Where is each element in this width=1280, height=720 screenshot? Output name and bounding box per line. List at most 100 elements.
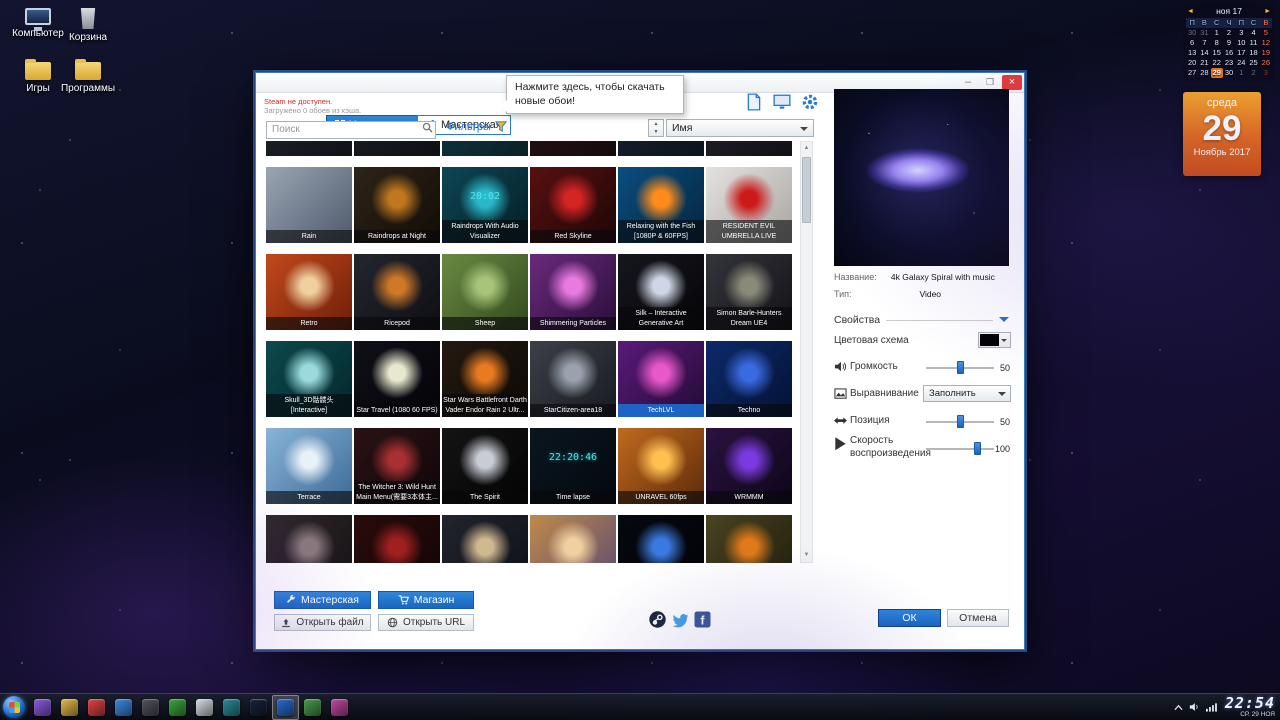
open-file-icon[interactable] [744,93,764,111]
calendar-day[interactable]: 3 [1235,28,1247,38]
taskbar-clock[interactable]: 22:54 СР. 29 НОЯ [1225,695,1275,719]
scrollbar-thumb[interactable] [802,157,811,223]
wallpaper-tile[interactable]: TechLVL [618,341,704,417]
wallpaper-tile[interactable]: Simon Barle-Hunters Dream UE4 [706,254,792,330]
wallpaper-tile[interactable] [354,515,440,563]
calendar-day[interactable]: 24 [1235,58,1247,68]
wallpaper-tile[interactable]: Silk – Interactive Generative Art [618,254,704,330]
gear-icon[interactable] [800,93,820,111]
taskbar-app-icon[interactable] [299,695,326,720]
scroll-up-icon[interactable]: ▲ [801,142,812,155]
calendar-day[interactable]: 11 [1247,38,1259,48]
wallpaper-tile[interactable]: Ricepod [354,254,440,330]
taskbar-app-icon[interactable] [56,695,83,720]
desktop-icon-recycle-bin[interactable]: Корзина [58,8,118,43]
grid-scrollbar[interactable]: ▲ ▼ [800,141,813,563]
hidden-icons-chevron-icon[interactable] [1174,704,1183,711]
calendar-day[interactable]: 28 [1198,68,1210,78]
wallpaper-tile[interactable]: Shimmering Particles [530,254,616,330]
workshop-button[interactable]: Мастерская [274,591,371,609]
wallpaper-tile[interactable]: Star Wars Battlefront Darth Vader Endor … [442,341,528,417]
taskbar-app-icon[interactable] [137,695,164,720]
color-scheme-dropdown[interactable] [978,332,1011,348]
wallpaper-tile[interactable]: Retro [266,254,352,330]
taskbar-app-icon[interactable] [191,695,218,720]
wallpaper-tile[interactable] [618,515,704,563]
wallpaper-tile[interactable]: Skull_3D骷髅头 [Interactive] [266,341,352,417]
wallpaper-tile[interactable] [266,515,352,563]
ok-button[interactable]: ОК [878,609,941,627]
calendar-day[interactable]: 15 [1211,48,1223,58]
calendar-day[interactable]: 1 [1211,28,1223,38]
volume-slider-thumb[interactable] [957,361,964,374]
calendar-day[interactable]: 12 [1260,38,1272,48]
wallpaper-tile[interactable]: 22:20:46 Time lapse [530,428,616,504]
wallpaper-tile[interactable]: 20:02 Raindrops With Audio Visualizer [442,167,528,243]
wallpaper-tile[interactable] [530,141,616,156]
wallpaper-tile[interactable]: Relaxing with the Fish [1080P & 60FPS] [618,167,704,243]
taskbar-app-icon[interactable] [326,695,353,720]
start-button[interactable] [3,696,25,718]
wallpaper-tile[interactable]: Terrace [266,428,352,504]
calendar-day[interactable]: 8 [1211,38,1223,48]
sort-dropdown[interactable]: Имя [666,119,814,137]
calendar-day[interactable]: 9 [1223,38,1235,48]
taskbar-app-icon[interactable] [272,694,299,720]
wallpaper-tile[interactable] [618,141,704,156]
collapse-chevron-icon[interactable] [999,317,1009,327]
calendar-day[interactable]: 25 [1247,58,1259,68]
wallpaper-tile[interactable]: The Witcher 3: Wild Hunt Main Menu(需要3本体… [354,428,440,504]
calendar-day[interactable]: 5 [1260,28,1272,38]
network-icon[interactable] [1205,702,1217,712]
desktop-icon-programs[interactable]: Программы [58,59,118,94]
taskbar-app-icon[interactable] [245,695,272,720]
calendar-day[interactable]: 1 [1235,68,1247,78]
calendar-day[interactable]: 13 [1186,48,1198,58]
wallpaper-tile[interactable] [706,141,792,156]
calendar-day[interactable]: 14 [1198,48,1210,58]
wallpaper-tile[interactable] [706,515,792,563]
wallpaper-tile[interactable]: RESIDENT EVIL UMBRELLA LIVE [706,167,792,243]
search-icon[interactable] [422,122,433,133]
wallpaper-tile[interactable]: Rain [266,167,352,243]
wallpaper-tile[interactable]: StarCitizen-area18 [530,341,616,417]
calendar-day[interactable]: 26 [1260,58,1272,68]
speed-slider-thumb[interactable] [974,442,981,455]
alignment-dropdown[interactable]: Заполнить [923,385,1011,402]
wallpaper-tile[interactable]: WRMMM [706,428,792,504]
wallpaper-tile[interactable] [442,141,528,156]
close-button[interactable]: × [1002,75,1022,90]
maximize-button[interactable]: ❐ [980,75,1000,90]
calendar-day[interactable]: 17 [1235,48,1247,58]
calendar-day[interactable]: 2 [1223,28,1235,38]
wallpaper-tile[interactable] [530,515,616,563]
volume-slider[interactable] [926,361,994,374]
wallpaper-tile[interactable]: Techno [706,341,792,417]
sort-direction-button[interactable]: ▲ ▼ [648,119,664,137]
wallpaper-tile[interactable]: Sheep [442,254,528,330]
taskbar-app-icon[interactable] [83,695,110,720]
calendar-day[interactable]: 4 [1247,28,1259,38]
calendar-day[interactable]: 10 [1235,38,1247,48]
open-file-button[interactable]: Открыть файл [274,614,371,631]
calendar-day[interactable]: 21 [1198,58,1210,68]
store-button[interactable]: Магазин [378,591,474,609]
minimize-button[interactable]: – [958,75,978,90]
calendar-day[interactable]: 27 [1186,68,1198,78]
calendar-day[interactable]: 29 [1210,68,1223,78]
wallpaper-tile[interactable]: Red Skyline [530,167,616,243]
speed-slider[interactable] [926,442,994,455]
calendar-day[interactable]: 23 [1223,58,1235,68]
filters-button[interactable]: Фильтры [446,121,507,133]
wallpaper-tile[interactable]: UNRAVEL 60fps [618,428,704,504]
calendar-day[interactable]: 3 [1260,68,1272,78]
wallpaper-tile[interactable] [442,515,528,563]
twitter-icon[interactable] [671,612,689,628]
search-input[interactable] [266,120,436,139]
taskbar-app-icon[interactable] [164,695,191,720]
position-slider-thumb[interactable] [957,415,964,428]
calendar-day[interactable]: 16 [1223,48,1235,58]
calendar-day[interactable]: 30 [1186,28,1198,38]
wallpaper-tile[interactable] [354,141,440,156]
calendar-day[interactable]: 22 [1211,58,1223,68]
